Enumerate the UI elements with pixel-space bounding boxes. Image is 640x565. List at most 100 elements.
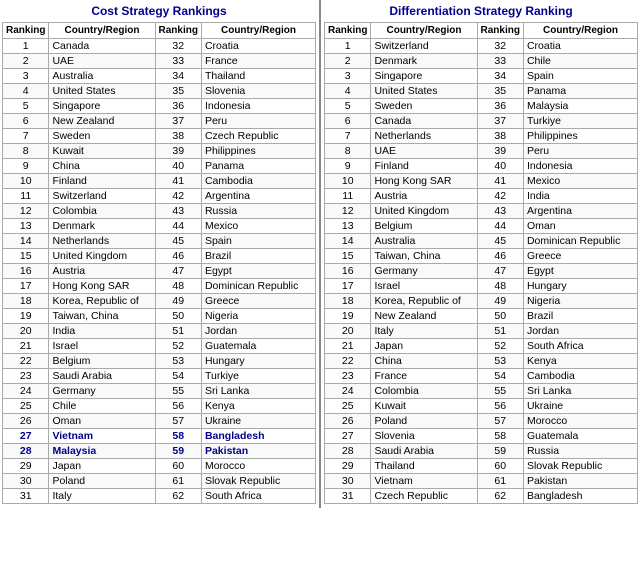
- table-cell: 15: [325, 249, 371, 264]
- table-cell: Australia: [371, 234, 477, 249]
- table-cell: 25: [325, 399, 371, 414]
- table-cell: Vietnam: [49, 429, 155, 444]
- table-cell: Austria: [371, 189, 477, 204]
- table-cell: 20: [3, 324, 49, 339]
- table-cell: 4: [3, 84, 49, 99]
- table-cell: Guatemala: [523, 429, 637, 444]
- table-row: 19Taiwan, China50Nigeria: [3, 309, 316, 324]
- table-cell: Taiwan, China: [371, 249, 477, 264]
- table-cell: 8: [3, 144, 49, 159]
- table-cell: 54: [477, 369, 523, 384]
- table-cell: 55: [155, 384, 201, 399]
- right-col3-header: Ranking: [477, 23, 523, 39]
- table-cell: Finland: [371, 159, 477, 174]
- table-row: 13Belgium44Oman: [325, 219, 638, 234]
- table-cell: Bangladesh: [201, 429, 315, 444]
- table-cell: 32: [477, 39, 523, 54]
- table-row: 27Slovenia58Guatemala: [325, 429, 638, 444]
- table-cell: 61: [477, 474, 523, 489]
- table-cell: 27: [325, 429, 371, 444]
- table-cell: South Africa: [201, 489, 315, 504]
- table-cell: 31: [3, 489, 49, 504]
- table-row: 15Taiwan, China46Greece: [325, 249, 638, 264]
- table-cell: Morocco: [201, 459, 315, 474]
- table-cell: Poland: [371, 414, 477, 429]
- left-table: Ranking Country/Region Ranking Country/R…: [2, 22, 316, 504]
- table-cell: 28: [3, 444, 49, 459]
- table-row: 31Czech Republic62Bangladesh: [325, 489, 638, 504]
- table-cell: 43: [477, 204, 523, 219]
- table-row: 9China40Panama: [3, 159, 316, 174]
- table-cell: 9: [325, 159, 371, 174]
- table-cell: Spain: [523, 69, 637, 84]
- table-cell: Philippines: [201, 144, 315, 159]
- table-cell: 1: [325, 39, 371, 54]
- table-cell: 58: [155, 429, 201, 444]
- table-cell: Brazil: [201, 249, 315, 264]
- table-row: 21Israel52Guatemala: [3, 339, 316, 354]
- table-row: 15United Kingdom46Brazil: [3, 249, 316, 264]
- table-cell: Egypt: [523, 264, 637, 279]
- table-cell: 7: [325, 129, 371, 144]
- table-cell: Taiwan, China: [49, 309, 155, 324]
- table-cell: 43: [155, 204, 201, 219]
- table-cell: Chile: [49, 399, 155, 414]
- table-cell: 46: [155, 249, 201, 264]
- table-cell: Russia: [523, 444, 637, 459]
- table-cell: 56: [155, 399, 201, 414]
- table-cell: Kuwait: [49, 144, 155, 159]
- table-cell: Turkiye: [201, 369, 315, 384]
- table-cell: Italy: [49, 489, 155, 504]
- table-row: 8UAE39Peru: [325, 144, 638, 159]
- table-cell: Czech Republic: [371, 489, 477, 504]
- table-row: 20India51Jordan: [3, 324, 316, 339]
- table-cell: 36: [477, 99, 523, 114]
- table-cell: Sri Lanka: [201, 384, 315, 399]
- table-cell: 40: [477, 159, 523, 174]
- table-cell: Argentina: [523, 204, 637, 219]
- right-col1-header: Ranking: [325, 23, 371, 39]
- table-cell: 50: [155, 309, 201, 324]
- table-row: 16Austria47Egypt: [3, 264, 316, 279]
- table-cell: 21: [3, 339, 49, 354]
- table-cell: Chile: [523, 54, 637, 69]
- table-row: 4United States35Slovenia: [3, 84, 316, 99]
- table-cell: Saudi Arabia: [371, 444, 477, 459]
- table-cell: Indonesia: [201, 99, 315, 114]
- table-cell: 13: [325, 219, 371, 234]
- table-cell: 41: [155, 174, 201, 189]
- table-row: 17Israel48Hungary: [325, 279, 638, 294]
- table-row: 14Australia45Dominican Republic: [325, 234, 638, 249]
- left-col3-header: Ranking: [155, 23, 201, 39]
- table-cell: Australia: [49, 69, 155, 84]
- table-row: 13Denmark44Mexico: [3, 219, 316, 234]
- table-cell: Oman: [49, 414, 155, 429]
- right-col2-header: Country/Region: [371, 23, 477, 39]
- table-cell: Nigeria: [523, 294, 637, 309]
- table-cell: 61: [155, 474, 201, 489]
- table-row: 19New Zealand50Brazil: [325, 309, 638, 324]
- table-cell: Jordan: [201, 324, 315, 339]
- table-cell: Hungary: [201, 354, 315, 369]
- table-cell: 56: [477, 399, 523, 414]
- left-header-row: Ranking Country/Region Ranking Country/R…: [3, 23, 316, 39]
- table-cell: 12: [325, 204, 371, 219]
- table-cell: 38: [477, 129, 523, 144]
- table-cell: 29: [325, 459, 371, 474]
- table-row: 14Netherlands45Spain: [3, 234, 316, 249]
- table-cell: Switzerland: [371, 39, 477, 54]
- table-cell: Italy: [371, 324, 477, 339]
- table-cell: 57: [155, 414, 201, 429]
- table-cell: 22: [3, 354, 49, 369]
- table-cell: Belgium: [371, 219, 477, 234]
- table-cell: Switzerland: [49, 189, 155, 204]
- table-cell: New Zealand: [49, 114, 155, 129]
- table-row: 25Kuwait56Ukraine: [325, 399, 638, 414]
- table-cell: United States: [49, 84, 155, 99]
- right-section: Differentiation Strategy Ranking Ranking…: [322, 0, 640, 508]
- table-cell: Croatia: [523, 39, 637, 54]
- table-row: 7Sweden38Czech Republic: [3, 129, 316, 144]
- table-row: 24Germany55Sri Lanka: [3, 384, 316, 399]
- table-row: 4United States35Panama: [325, 84, 638, 99]
- table-cell: Colombia: [371, 384, 477, 399]
